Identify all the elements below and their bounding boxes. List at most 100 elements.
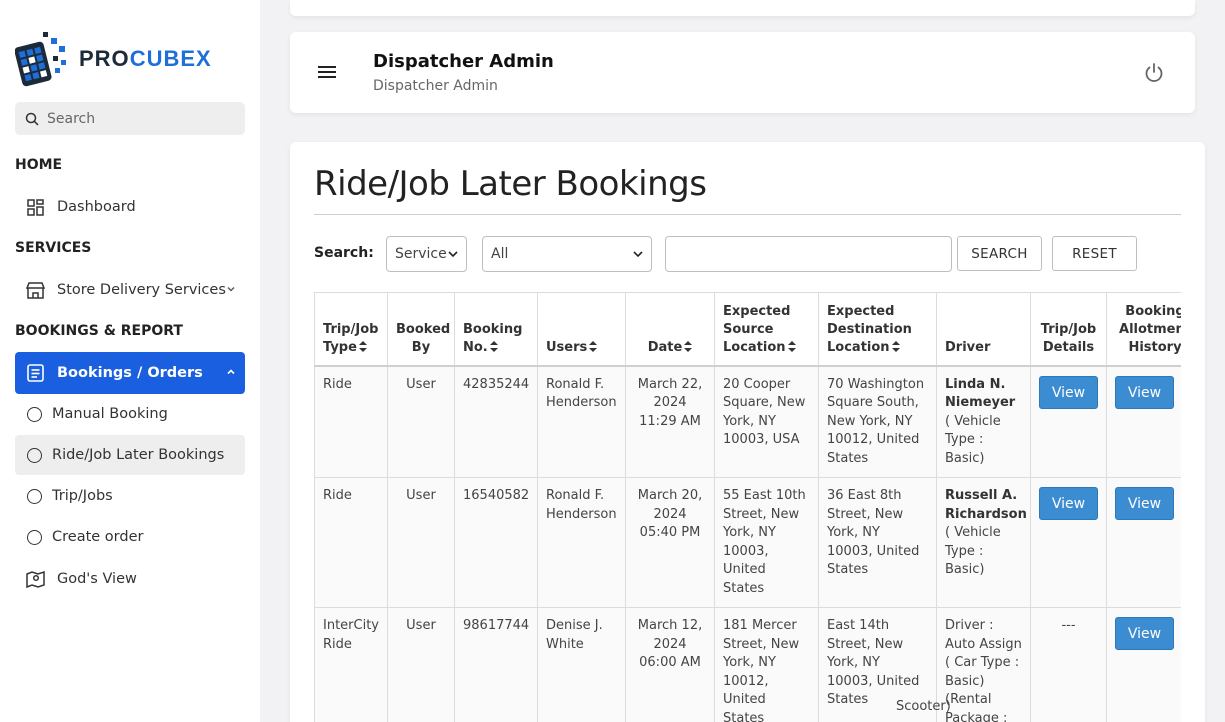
table-row: InterCity Ride User 98617744 Denise J. W… [314, 607, 1181, 722]
sidebar-item-label: Manual Booking [52, 406, 168, 422]
cell-details: --- [1030, 607, 1107, 722]
filter-value-select[interactable]: All [482, 236, 652, 272]
page-title: Ride/Job Later Bookings [314, 164, 707, 204]
driver-name: Russell A. Richardson [945, 488, 1027, 522]
cell-type: Ride [314, 365, 388, 478]
col-destination[interactable]: Expected Destination Location [818, 292, 937, 367]
sidebar-item-dashboard[interactable]: Dashboard [15, 187, 245, 227]
cell-user: Denise J. White [537, 607, 626, 722]
sort-icon [684, 340, 693, 352]
reset-button[interactable]: RESET [1052, 236, 1137, 271]
cell-booked-by: User [387, 365, 455, 478]
sidebar-item-gods-view[interactable]: God's View [15, 559, 245, 599]
sidebar-item-label: God's View [57, 571, 137, 587]
brand-logo[interactable]: PROCUBEX [15, 30, 212, 88]
cell-history: View [1106, 365, 1181, 478]
power-icon[interactable] [1143, 62, 1165, 84]
cell-source: 20 Cooper Square, New York, NY 10003, US… [714, 365, 819, 478]
sidebar-search-input[interactable] [47, 110, 237, 127]
view-details-button[interactable]: View [1039, 375, 1098, 409]
store-icon [25, 280, 45, 300]
col-history: BookingAllotmentHistory [1106, 292, 1181, 367]
view-history-button[interactable]: View [1115, 487, 1174, 520]
sidebar-item-create-order[interactable]: Create order [15, 517, 245, 557]
view-history-button[interactable]: View [1115, 375, 1174, 409]
hamburger-menu-icon[interactable] [317, 64, 337, 80]
cell-date: March 12, 2024 06:00 AM [625, 607, 715, 722]
cell-source: 55 East 10th Street, New York, NY 10003,… [714, 477, 819, 608]
driver-info: ( Vehicle Type : Basic) [945, 525, 1001, 577]
sidebar-item-trip-jobs[interactable]: Trip/Jobs [15, 476, 245, 516]
divider [314, 214, 1181, 215]
cell-user: Ronald F. Henderson [537, 365, 626, 478]
map-pin-icon [25, 569, 45, 589]
sidebar: PROCUBEX HOME Dashboard SERVICES Store D… [0, 0, 260, 722]
sort-icon [589, 340, 598, 352]
cell-details: View [1030, 365, 1107, 478]
cell-source: 181 Mercer Street, New York, NY 10012, U… [714, 607, 819, 722]
section-bookings-report: BOOKINGS & REPORT [15, 323, 183, 339]
section-home: HOME [15, 157, 63, 173]
col-source[interactable]: Expected Source Location [714, 292, 819, 367]
cell-booked-by: User [387, 477, 455, 608]
driver-info: ( Vehicle Type : Basic) [945, 413, 1001, 466]
cell-user: Ronald F. Henderson [537, 477, 626, 608]
header-subtitle: Dispatcher Admin [373, 78, 498, 94]
filter-type-value: Service [395, 246, 447, 262]
filter-value-value: All [491, 246, 509, 262]
list-icon [25, 363, 45, 383]
cell-destination: 36 East 8th Street, New York, NY 10003, … [818, 477, 937, 608]
sort-icon [787, 340, 796, 352]
view-details-button[interactable]: View [1039, 487, 1098, 520]
cell-type: InterCity Ride [314, 607, 388, 722]
view-history-button[interactable]: View [1115, 617, 1174, 650]
col-users[interactable]: Users [537, 292, 626, 367]
section-services: SERVICES [15, 240, 92, 256]
chevron-up-icon [227, 369, 235, 375]
col-details: Trip/Job Details [1030, 292, 1107, 367]
chevron-down-icon [633, 251, 643, 258]
sidebar-item-label: Trip/Jobs [52, 488, 113, 504]
filter-type-select[interactable]: Service [386, 236, 467, 272]
circle-icon [27, 488, 42, 504]
table-row: Ride User 16540582 Ronald F. Henderson M… [314, 477, 1181, 608]
search-icon [25, 112, 39, 126]
sidebar-item-label: Bookings / Orders [57, 365, 203, 381]
top-strip [290, 0, 1195, 16]
sidebar-item-ride-job-later[interactable]: Ride/Job Later Bookings [15, 435, 245, 475]
circle-icon [27, 406, 42, 422]
cube-logo-icon [15, 32, 66, 87]
sidebar-item-store-delivery[interactable]: Store Delivery Services [15, 270, 245, 310]
cell-driver: Russell A. Richardson( Vehicle Type : Ba… [936, 477, 1031, 608]
circle-icon [27, 447, 42, 463]
table-header-row: Trip/Job Type Booked By Booking No. Users D… [314, 292, 1181, 367]
cell-driver: Linda N. Niemeyer( Vehicle Type : Basic) [936, 365, 1031, 478]
sidebar-item-bookings-orders[interactable]: Bookings / Orders [15, 352, 245, 394]
cell-history: View [1106, 477, 1181, 608]
cell-booking-no: 16540582 [454, 477, 538, 608]
chevron-down-icon [448, 251, 458, 258]
cell-type: Ride [314, 477, 388, 608]
sidebar-item-manual-booking[interactable]: Manual Booking [15, 394, 245, 434]
header: Dispatcher Admin Dispatcher Admin [290, 32, 1195, 113]
sidebar-item-label: Dashboard [57, 199, 136, 215]
sort-icon [358, 340, 367, 352]
col-trip-type[interactable]: Trip/Job Type [314, 292, 388, 367]
sidebar-item-label: Ride/Job Later Bookings [52, 447, 225, 463]
col-date[interactable]: Date [625, 292, 715, 367]
search-label: Search: [314, 245, 374, 261]
cell-date: March 22, 2024 11:29 AM [625, 365, 715, 478]
driver-info: Driver : Auto Assign ( Car Type : Basic)… [945, 618, 1022, 722]
sidebar-item-label: Create order [52, 529, 144, 545]
header-title: Dispatcher Admin [373, 51, 554, 72]
sidebar-search[interactable] [15, 102, 245, 135]
cell-booking-no: 98617744 [454, 607, 538, 722]
search-keyword-input[interactable] [665, 236, 952, 272]
col-booking-no[interactable]: Booking No. [454, 292, 538, 367]
grid-icon [25, 197, 45, 217]
col-driver: Driver [936, 292, 1031, 367]
table-row: Ride User 42835244 Ronald F. Henderson M… [314, 365, 1181, 478]
search-button[interactable]: SEARCH [957, 236, 1042, 271]
cell-date: March 20, 2024 05:40 PM [625, 477, 715, 608]
col-booked-by: Booked By [387, 292, 455, 367]
